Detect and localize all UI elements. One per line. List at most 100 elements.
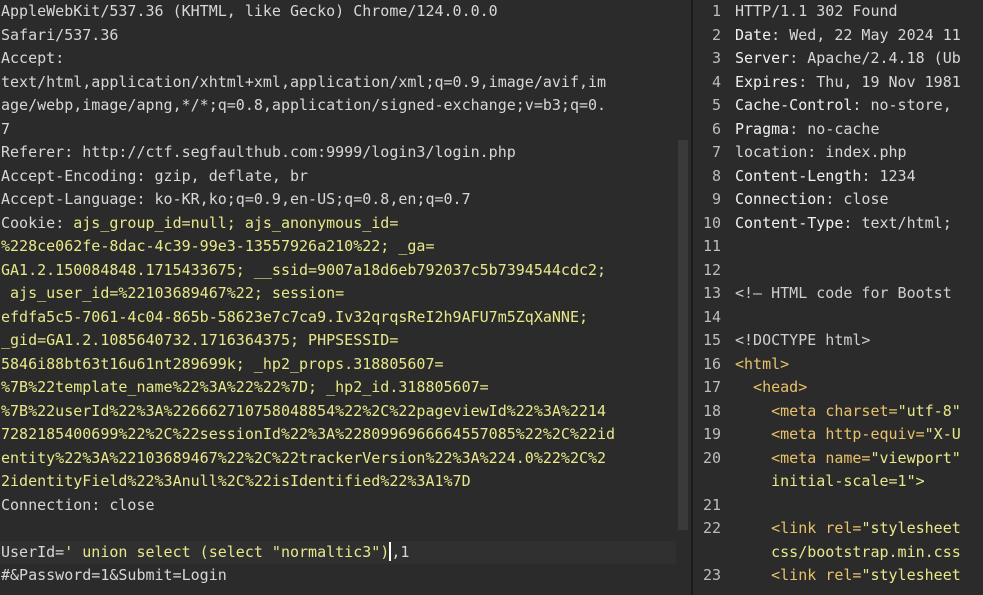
response-line: 22 <link rel="stylesheet	[693, 517, 983, 541]
cookie-line: %228ce062fe-8dac-4c39-99e3-13557926a210%…	[1, 237, 435, 255]
response-line: 11	[693, 235, 983, 259]
line-number: 13	[702, 284, 721, 302]
response-line: 9 Connection: close	[693, 188, 983, 212]
response-line: 8 Content-Length: 1234	[693, 165, 983, 189]
request-line: Safari/537.36	[1, 25, 119, 44]
header-name: Cache-Control	[735, 96, 853, 114]
request-line: Referer: http://ctf.segfaulthub.com:9999…	[1, 143, 516, 161]
request-body-line[interactable]: #&Password=1&Submit=Login	[0, 564, 676, 588]
response-viewer[interactable]: 1 HTTP/1.1 302 Found 2 Date: Wed, 22 May 20…	[693, 0, 983, 595]
line-number: 20	[702, 448, 721, 467]
header-name: Pragma	[735, 119, 790, 138]
line-number: 2	[711, 25, 721, 44]
line-number: 14	[702, 307, 721, 326]
referer-value: http://ctf.segfaulthub.com:9999/login3/l…	[82, 143, 516, 161]
html-attribute: rel=	[825, 519, 862, 537]
header-value: no-store,	[870, 96, 952, 114]
response-line: css/bootstrap.min.css	[693, 541, 983, 565]
html-attribute-value: "viewport"	[870, 448, 961, 467]
response-text: location: index.php	[735, 143, 907, 161]
response-line: 12	[693, 259, 983, 283]
response-line: 3 Server: Apache/2.4.18 (Ub	[693, 47, 983, 71]
html-attribute-value: "utf-8"	[897, 401, 961, 420]
request-line: Accept-Encoding: gzip, deflate, br	[1, 166, 309, 185]
request-scrollbar-thumb[interactable]	[678, 140, 688, 530]
header-name: Content-Length	[735, 166, 862, 185]
cookie-line: 5846i88bt63t16u61nt289699k; _hp2_props.3…	[1, 354, 444, 373]
cookie-line: efdfa5c5-7061-4c04-865b-58623e7c7ca9.Iv3…	[1, 307, 588, 326]
response-line: 5 Cache-Control: no-store,	[693, 94, 983, 118]
line-number: 17	[702, 378, 721, 396]
request-line: age/webp,image/apng,*/*;q=0.8,applicatio…	[1, 96, 607, 114]
line-number: 8	[711, 166, 721, 185]
line-number: 18	[702, 401, 721, 420]
header-name: Connection	[735, 190, 826, 208]
cookie-line: %7B%22userId%22%3A%226662710758048854%22…	[1, 401, 607, 420]
request-body-line[interactable]: UserId=' union select (select "normaltic…	[0, 540, 676, 564]
header-value: no-cache	[807, 119, 880, 138]
response-line: 18 <meta charset="utf-8"	[693, 400, 983, 424]
line-number: 21	[702, 495, 721, 514]
html-attribute-value: "stylesheet	[861, 519, 961, 537]
line-number: 23	[702, 566, 721, 584]
request-line: Accept:	[1, 49, 65, 67]
line-number: 15	[702, 331, 721, 349]
request-editor[interactable]: AppleWebKit/537.36 (KHTML, like Gecko) C…	[0, 0, 676, 595]
response-line: 17 <head>	[693, 376, 983, 400]
wrapped-text: initial-scale=1">	[735, 472, 925, 490]
line-number: 9	[711, 190, 721, 208]
response-line: 19 <meta http-equiv="X-U	[693, 423, 983, 447]
response-line: 16 <html>	[693, 353, 983, 377]
request-line: Connection: close	[1, 495, 155, 514]
response-line: initial-scale=1">	[693, 470, 983, 494]
html-attribute: http-equiv=	[825, 425, 925, 443]
response-line: 2 Date: Wed, 22 May 2024 11	[693, 24, 983, 48]
html-tag: <meta	[735, 425, 826, 443]
line-number: 4	[711, 72, 721, 91]
response-line: 20 <meta name="viewport"	[693, 447, 983, 471]
html-tag: <html>	[735, 354, 790, 373]
line-number: 19	[702, 425, 721, 443]
response-text: HTTP/1.1 302 Found	[735, 2, 898, 20]
cookie-line: entity%22%3A%22103689467%22%2C%22tracker…	[1, 448, 607, 467]
header-value: 1234	[879, 166, 916, 185]
header-name: Server	[735, 49, 790, 67]
cookie-line: ajs_user_id=%22103689467%22; session=	[1, 284, 345, 302]
cookie-line: Cookie: ajs_group_id=null; ajs_anonymous…	[1, 213, 399, 232]
accept-header-name: Accept	[1, 49, 56, 67]
response-line: 4 Expires: Thu, 19 Nov 1981	[693, 71, 983, 95]
html-attribute: rel=	[825, 566, 862, 584]
request-line: text/html,application/xhtml+xml,applicat…	[1, 72, 607, 91]
cookie-line: 2identityField%22%3Anull%2C%22isIdentifi…	[1, 472, 471, 490]
header-name: Content-Type	[735, 213, 844, 232]
header-value: text/html;	[861, 213, 952, 232]
line-number: 6	[711, 119, 721, 138]
header-name: Date	[735, 25, 772, 44]
line-number: 5	[711, 96, 721, 114]
html-tag: <link	[735, 519, 826, 537]
response-line: 1 HTTP/1.1 302 Found	[693, 0, 983, 24]
line-number: 12	[702, 260, 721, 279]
html-tag: <meta	[735, 448, 826, 467]
html-comment: <!DOCTYPE html>	[735, 331, 871, 349]
html-comment: <!— HTML code for Bootst	[735, 284, 952, 302]
line-number: 7	[711, 143, 721, 161]
response-line: 14	[693, 306, 983, 330]
line-number: 11	[702, 237, 721, 255]
html-tag: <head>	[735, 378, 808, 396]
response-line: 15 <!DOCTYPE html>	[693, 329, 983, 353]
cookie-line: 7282185400699%22%2C%22sessionId%22%3A%22…	[1, 425, 616, 443]
cookie-line: %7B%22template_name%22%3A%22%22%7D; _hp2…	[1, 378, 489, 396]
line-number: 1	[711, 2, 721, 20]
response-line: 10 Content-Type: text/html;	[693, 212, 983, 236]
html-attribute: charset=	[825, 401, 898, 420]
response-line: 13 <!— HTML code for Bootst	[693, 282, 983, 306]
response-line: 6 Pragma: no-cache	[693, 118, 983, 142]
wrapped-text: css/bootstrap.min.css	[735, 542, 961, 561]
request-line: AppleWebKit/537.36 (KHTML, like Gecko) C…	[1, 2, 498, 20]
line-number: 22	[702, 519, 721, 537]
header-value: close	[843, 190, 889, 208]
header-value: Thu, 19 Nov 1981	[816, 72, 961, 91]
request-line: 7	[1, 119, 11, 138]
